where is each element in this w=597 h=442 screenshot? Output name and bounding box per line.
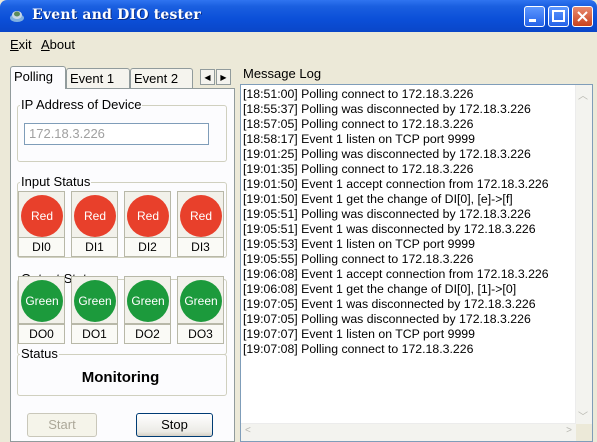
status-value: Monitoring [81, 369, 160, 386]
scroll-up-icon[interactable]: ︿ [578, 87, 588, 102]
maximize-button[interactable] [548, 6, 569, 27]
message-log[interactable]: [18:51:00] Polling connect to 172.18.3.2… [240, 84, 593, 442]
di2-led: Red [127, 195, 169, 237]
scroll-corner [576, 424, 592, 441]
ip-address-field[interactable]: 172.18.3.226 [24, 123, 209, 145]
do1-label: DO1 [71, 324, 118, 344]
log-line: [19:01:25] Polling was disconnected by 1… [243, 147, 531, 161]
scroll-left-icon[interactable]: < [245, 425, 251, 436]
menu-exit[interactable]: Exit [10, 37, 32, 52]
do3-label: DO3 [177, 324, 224, 344]
log-line: [19:05:51] Polling was disconnected by 1… [243, 207, 531, 221]
input-di1-indicator: Red [71, 191, 118, 239]
log-line: [19:01:50] Event 1 get the change of DI[… [243, 192, 513, 206]
log-line: [18:51:00] Polling connect to 172.18.3.2… [243, 87, 474, 101]
log-line: [19:07:08] Polling connect to 172.18.3.2… [243, 342, 474, 356]
do2-label: DO2 [124, 324, 171, 344]
scroll-right-icon[interactable]: > [566, 425, 572, 436]
minimize-button[interactable] [524, 6, 545, 27]
title-bar[interactable]: Event and DIO tester [0, 0, 597, 32]
output-do1-indicator[interactable]: Green [71, 276, 118, 324]
menu-bar: Exit About [0, 32, 597, 56]
log-line: [19:01:35] Polling connect to 172.18.3.2… [243, 162, 474, 176]
log-line: [19:05:51] Event 1 was disconnected by 1… [243, 222, 536, 236]
arrow-right-icon: ▶ [220, 73, 227, 82]
do2-led: Green [127, 280, 169, 322]
tab-polling[interactable]: Polling [10, 66, 66, 89]
start-button[interactable]: Start [27, 413, 97, 437]
input-di2-indicator: Red [124, 191, 171, 239]
horizontal-scrollbar[interactable]: < > [241, 423, 576, 441]
di3-led: Red [180, 195, 222, 237]
menu-exit-label: xit [18, 37, 32, 52]
di3-label: DI3 [177, 237, 224, 257]
status-group: Status Monitoring [17, 346, 227, 396]
menu-about-mnemonic: A [41, 37, 50, 52]
log-line: [19:07:05] Event 1 was disconnected by 1… [243, 297, 536, 311]
menu-about[interactable]: About [41, 37, 75, 52]
tab-event-1-label: Event 1 [70, 71, 115, 86]
input-status-label: Input Status [20, 174, 92, 189]
arrow-left-icon: ◀ [204, 73, 211, 82]
log-line: [19:06:08] Event 1 get the change of DI[… [243, 282, 517, 296]
log-line: [19:05:53] Event 1 listen on TCP port 99… [243, 237, 475, 251]
di2-label: DI2 [124, 237, 171, 257]
log-line: [18:58:17] Event 1 listen on TCP port 99… [243, 132, 475, 146]
minimize-icon [529, 19, 536, 22]
tab-event-2-label: Event 2 [134, 71, 179, 86]
output-do2-indicator[interactable]: Green [124, 276, 171, 324]
input-di3-indicator: Red [177, 191, 224, 239]
di0-label: DI0 [18, 237, 65, 257]
stop-button[interactable]: Stop [136, 413, 213, 437]
message-log-lines: [18:51:00] Polling connect to 172.18.3.2… [243, 87, 576, 357]
ip-address-label: IP Address of Device [20, 97, 143, 112]
tab-strip: Polling Event 1 Event 2 ◀ ▶ [10, 66, 235, 89]
tab-scroll-left-button[interactable]: ◀ [200, 69, 215, 85]
ip-address-group: IP Address of Device 172.18.3.226 [17, 97, 227, 162]
log-line: [19:06:08] Event 1 accept connection fro… [243, 267, 549, 281]
input-di0-indicator: Red [18, 191, 65, 239]
scroll-down-icon[interactable]: ﹀ [578, 408, 588, 423]
do0-label: DO0 [18, 324, 65, 344]
message-log-label: Message Log [243, 66, 322, 81]
log-line: [19:07:07] Event 1 listen on TCP port 99… [243, 327, 475, 341]
status-label: Status [20, 346, 59, 361]
do1-led: Green [74, 280, 116, 322]
do3-led: Green [180, 280, 222, 322]
close-icon [577, 11, 588, 22]
vertical-scrollbar[interactable]: ︿ ﹀ [575, 85, 592, 425]
do0-led: Green [21, 280, 63, 322]
maximize-icon [552, 10, 565, 22]
tab-event-1[interactable]: Event 1 [66, 68, 130, 88]
di1-led: Red [74, 195, 116, 237]
output-do3-indicator[interactable]: Green [177, 276, 224, 324]
log-line: [19:05:55] Polling connect to 172.18.3.2… [243, 252, 474, 266]
left-panel: Polling Event 1 Event 2 ◀ ▶ IP Address o… [10, 66, 235, 442]
ip-address-value: 172.18.3.226 [29, 126, 105, 141]
window-title: Event and DIO tester [32, 7, 201, 23]
close-button[interactable] [572, 6, 593, 27]
output-do0-indicator[interactable]: Green [18, 276, 65, 324]
menu-about-label: bout [49, 37, 75, 52]
tab-event-2[interactable]: Event 2 [130, 68, 193, 88]
log-line: [19:07:05] Polling was disconnected by 1… [243, 312, 531, 326]
log-line: [18:55:37] Polling was disconnected by 1… [243, 102, 531, 116]
di0-led: Red [21, 195, 63, 237]
log-line: [19:01:50] Event 1 accept connection fro… [243, 177, 549, 191]
di1-label: DI1 [71, 237, 118, 257]
tab-scroll-right-button[interactable]: ▶ [216, 69, 231, 85]
menu-exit-mnemonic: E [10, 37, 19, 52]
polling-tab-page: IP Address of Device 172.18.3.226 Input … [10, 88, 235, 442]
tab-polling-label: Polling [14, 69, 54, 84]
app-icon [10, 11, 24, 22]
log-line: [18:57:05] Polling connect to 172.18.3.2… [243, 117, 474, 131]
